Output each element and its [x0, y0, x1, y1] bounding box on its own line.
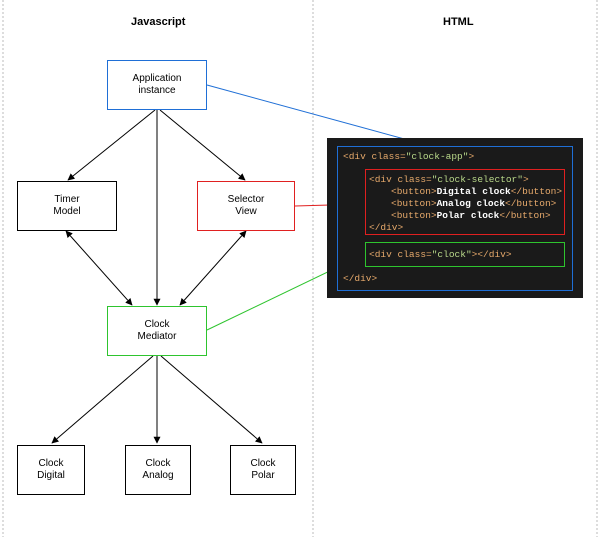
code-tag-close: </button> [499, 210, 551, 221]
clock-polar-node: Clock Polar [230, 445, 296, 495]
code-tag-close: ></div> [471, 249, 512, 260]
code-line-clock-app-open: <div class="clock-app"> [343, 151, 474, 162]
code-tag-close: </button> [505, 198, 557, 209]
code-tag-open: <div [369, 174, 398, 185]
code-tag-open: <button> [391, 210, 437, 221]
clock-mediator-label: Clock Mediator [137, 319, 177, 342]
clock-analog-label: Clock Analog [142, 458, 174, 481]
application-instance-label: Application instance [132, 73, 182, 96]
arrow-selector-mediator [179, 230, 247, 306]
javascript-header: Javascript [131, 16, 186, 28]
connector-app-to-html-blue [206, 84, 431, 147]
code-attr-value: "clock-app" [405, 151, 469, 162]
code-tag-open: <button> [391, 198, 437, 209]
code-line-clock-app-close: </div> [343, 273, 378, 284]
code-attr: class= [397, 249, 432, 260]
arrow-app-to-timer [67, 109, 156, 181]
code-attr-value: "clock" [431, 249, 472, 260]
html-header: HTML [443, 16, 474, 28]
timer-model-label: Timer Model [53, 194, 81, 217]
code-line-clock-selector-open: <div class="clock-selector"> [369, 174, 529, 185]
arrow-timer-mediator [65, 230, 133, 306]
code-line-button-polar: <button>Polar clock</button> [391, 210, 551, 221]
clock-polar-label: Clock Polar [250, 458, 276, 481]
code-tag-open: <div [343, 151, 372, 162]
code-attr-value: "clock-selector" [431, 174, 523, 185]
arrow-mediator-to-digital [51, 355, 154, 444]
code-line-clock-selector-close: </div> [369, 222, 404, 233]
code-attr: class= [371, 151, 406, 162]
code-tag-close: > [468, 151, 475, 162]
code-tag-open: <div [369, 249, 398, 260]
code-tag-open: <button> [391, 186, 437, 197]
code-button-text: Digital clock [436, 186, 511, 197]
code-attr: class= [397, 174, 432, 185]
clock-mediator-node: Clock Mediator [107, 306, 207, 356]
arrow-app-to-selector [159, 109, 246, 181]
code-button-text: Analog clock [436, 198, 506, 209]
timer-model-node: Timer Model [17, 181, 117, 231]
code-line-clock-div: <div class="clock"></div> [369, 249, 512, 260]
code-tag-close: > [522, 174, 529, 185]
code-line-button-analog: <button>Analog clock</button> [391, 198, 556, 209]
selector-view-label: Selector View [227, 194, 265, 217]
code-button-text: Polar clock [436, 210, 500, 221]
clock-analog-node: Clock Analog [125, 445, 191, 495]
clock-digital-label: Clock Digital [37, 458, 65, 481]
code-tag-close: </button> [510, 186, 563, 197]
arrow-mediator-to-polar [160, 355, 263, 444]
application-instance-node: Application instance [107, 60, 207, 110]
code-line-button-digital: <button>Digital clock</button> [391, 186, 562, 197]
selector-view-node: Selector View [197, 181, 295, 231]
clock-digital-node: Clock Digital [17, 445, 85, 495]
html-code-panel: <div class="clock-app"> <div class="cloc… [327, 138, 583, 298]
